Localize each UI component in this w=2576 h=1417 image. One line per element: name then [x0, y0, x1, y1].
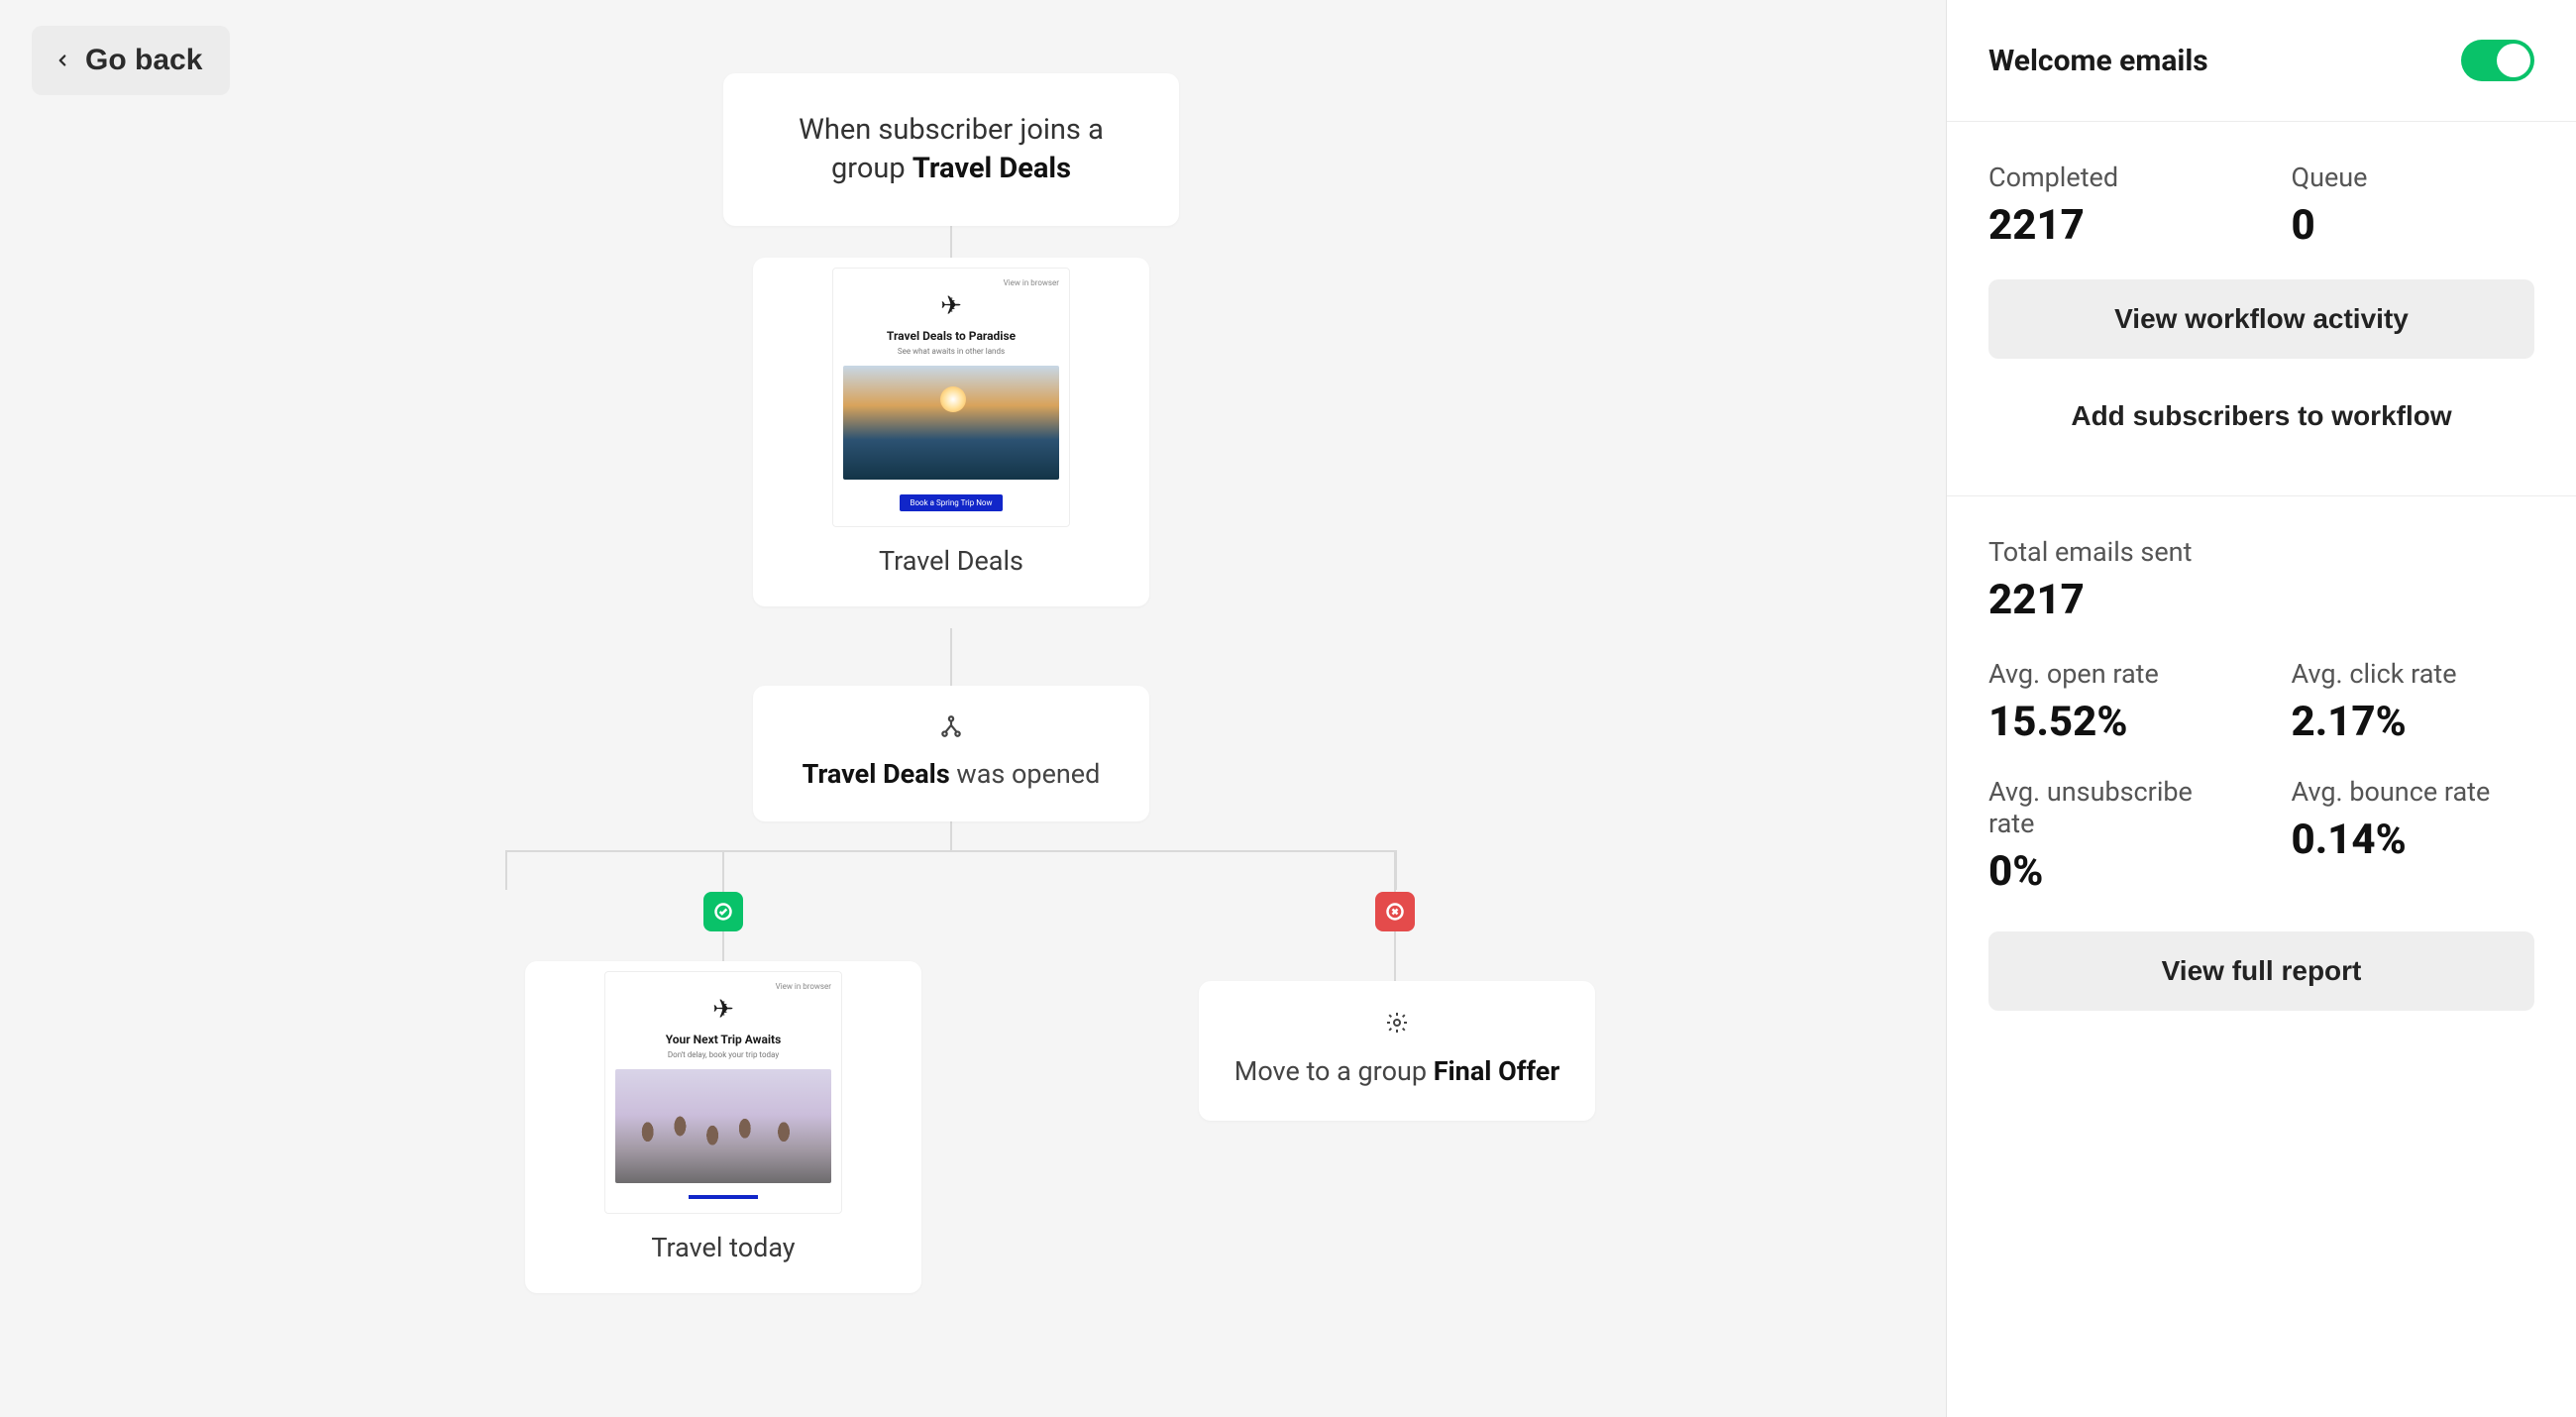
flow-connector: [1394, 931, 1396, 981]
thumb-title: Your Next Trip Awaits: [615, 1033, 831, 1046]
x-circle-icon: [1385, 902, 1405, 922]
email-thumbnail: View in browser ✈ Travel Deals to Paradi…: [832, 268, 1070, 527]
thumb-view-in-browser: View in browser: [615, 982, 831, 991]
stat-label: Avg. bounce rate: [2292, 776, 2535, 808]
condition-yes-badge: [703, 892, 743, 931]
email-thumbnail: View in browser ✈ Your Next Trip Awaits …: [604, 971, 842, 1214]
thumb-view-in-browser: View in browser: [843, 278, 1059, 287]
stat-label: Total emails sent: [1988, 536, 2534, 568]
stat-unsubscribe-rate: Avg. unsubscribe rate 0%: [1988, 776, 2232, 896]
add-subscribers-button[interactable]: Add subscribers to workflow: [1988, 377, 2534, 456]
flow-connector: [505, 850, 1397, 852]
plane-icon: ✈: [615, 995, 831, 1025]
action-group-name: Final Offer: [1434, 1055, 1560, 1087]
stat-value: 15.52%: [1988, 698, 2232, 746]
thumb-subtitle: See what awaits in other lands: [843, 347, 1059, 356]
action-prefix: Move to a group: [1234, 1055, 1434, 1087]
stat-value: 0.14%: [2292, 816, 2535, 864]
split-icon: [938, 713, 964, 739]
chevron-left-icon: [54, 52, 71, 69]
stat-label: Avg. unsubscribe rate: [1988, 776, 2232, 839]
go-back-label: Go back: [85, 44, 202, 77]
view-activity-button[interactable]: View workflow activity: [1988, 279, 2534, 359]
flow-connector: [722, 850, 724, 892]
sidebar-header: Welcome emails: [1947, 0, 2576, 122]
condition-suffix: was opened: [950, 758, 1101, 790]
flow-connector: [505, 850, 507, 890]
thumb-cta: Book a Spring Trip Now: [900, 494, 1002, 511]
stat-click-rate: Avg. click rate 2.17%: [2292, 658, 2535, 746]
condition-subject: Travel Deals: [803, 758, 950, 790]
stat-label: Avg. click rate: [2292, 658, 2535, 690]
email-node-caption: Travel Deals: [763, 545, 1139, 577]
workflow-action-node[interactable]: Move to a group Final Offer: [1199, 981, 1595, 1121]
stat-queue: Queue 0: [2292, 162, 2535, 250]
stat-label: Queue: [2292, 162, 2535, 193]
condition-no-badge: [1375, 892, 1415, 931]
workflow-email-node[interactable]: View in browser ✈ Travel Deals to Paradi…: [753, 258, 1149, 606]
stat-label: Completed: [1988, 162, 2232, 193]
stat-open-rate: Avg. open rate 15.52%: [1988, 658, 2232, 746]
sidebar-metrics-section: Total emails sent 2217 Avg. open rate 15…: [1947, 496, 2576, 1050]
thumb-title: Travel Deals to Paradise: [843, 329, 1059, 343]
stat-value: 0: [2292, 201, 2535, 250]
workflow-condition-node[interactable]: Travel Deals was opened: [753, 686, 1149, 821]
stat-value: 2217: [1988, 201, 2232, 250]
stat-completed: Completed 2217: [1988, 162, 2232, 250]
workflow-title: Welcome emails: [1988, 44, 2208, 78]
go-back-button[interactable]: Go back: [32, 26, 230, 95]
thumb-subtitle: Don't delay, book your trip today: [615, 1050, 831, 1059]
trigger-group-name: Travel Deals: [912, 152, 1071, 185]
flow-connector: [722, 931, 724, 961]
gear-icon: [1385, 1011, 1409, 1035]
stat-total-sent: Total emails sent 2217: [1988, 536, 2534, 624]
plane-icon: ✈: [843, 291, 1059, 321]
workflow-canvas[interactable]: Go back When subscriber joins a group Tr…: [0, 0, 1946, 1417]
thumb-divider: [689, 1195, 758, 1199]
workflow-active-toggle[interactable]: [2461, 40, 2534, 81]
stat-label: Avg. open rate: [1988, 658, 2232, 690]
stat-bounce-rate: Avg. bounce rate 0.14%: [2292, 776, 2535, 896]
workflow-trigger-node[interactable]: When subscriber joins a group Travel Dea…: [723, 73, 1179, 226]
view-full-report-button[interactable]: View full report: [1988, 931, 2534, 1011]
stat-value: 2.17%: [2292, 698, 2535, 746]
flow-connector: [1394, 850, 1396, 892]
thumb-hero-image: [615, 1069, 831, 1183]
thumb-hero-image: [843, 366, 1059, 480]
email-node-caption: Travel today: [535, 1232, 912, 1263]
sidebar-activity-section: Completed 2217 Queue 0 View workflow act…: [1947, 122, 2576, 496]
flow-connector: [950, 628, 952, 686]
workflow-stats-sidebar: Welcome emails Completed 2217 Queue 0 Vi…: [1946, 0, 2576, 1417]
stat-value: 0%: [1988, 847, 2232, 896]
workflow-email-node[interactable]: View in browser ✈ Your Next Trip Awaits …: [525, 961, 921, 1293]
stat-value: 2217: [1988, 576, 2534, 624]
check-circle-icon: [713, 902, 733, 922]
